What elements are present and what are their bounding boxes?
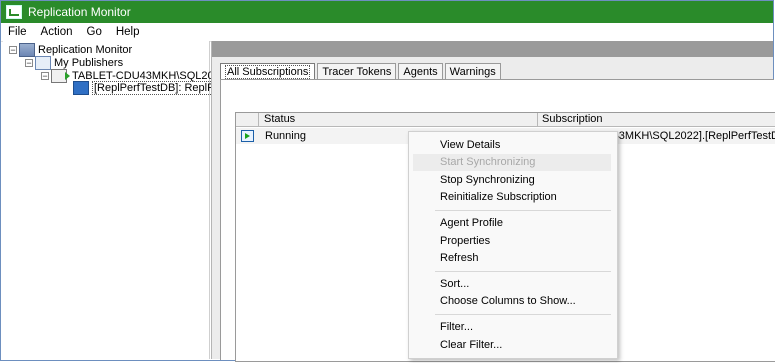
- tree-node-root[interactable]: − Replication Monitor: [9, 43, 132, 57]
- replication-monitor-app-icon: [6, 5, 22, 19]
- tab-all-subscriptions-label: All Subscriptions: [225, 65, 311, 79]
- menu-bar: File Action Go Help: [1, 23, 773, 42]
- collapse-icon[interactable]: −: [25, 59, 33, 68]
- tab-warnings[interactable]: Warnings: [444, 63, 501, 80]
- menu-separator: [435, 271, 611, 272]
- menu-item-start-synchronizing: Start Synchronizing: [413, 154, 611, 171]
- menu-item-properties[interactable]: Properties: [409, 233, 617, 250]
- tab-agents-label: Agents: [403, 66, 438, 78]
- collapse-icon[interactable]: −: [9, 46, 17, 55]
- menu-item-filter[interactable]: Filter...: [409, 319, 617, 336]
- running-icon: [240, 130, 254, 142]
- menu-separator: [435, 314, 611, 315]
- menu-separator: [435, 210, 611, 211]
- details-header-bar: [212, 41, 773, 57]
- context-menu: View Details Start Synchronizing Stop Sy…: [408, 131, 618, 359]
- tab-tracer-tokens-label: Tracer Tokens: [322, 66, 392, 78]
- tab-warnings-label: Warnings: [449, 66, 496, 78]
- menu-help[interactable]: Help: [109, 26, 147, 38]
- column-header-status[interactable]: Status: [259, 113, 538, 126]
- collapse-icon[interactable]: −: [41, 72, 49, 81]
- tree-node-root-label: Replication Monitor: [38, 44, 133, 56]
- tree-node-publishers[interactable]: − My Publishers: [25, 56, 123, 70]
- title-bar[interactable]: Replication Monitor: [1, 1, 773, 23]
- menu-item-stop-synchronizing[interactable]: Stop Synchronizing: [409, 172, 617, 189]
- server-icon: [51, 69, 70, 83]
- menu-item-choose-columns[interactable]: Choose Columns to Show...: [409, 293, 617, 310]
- tab-strip: All Subscriptions Tracer Tokens Agents W…: [220, 63, 503, 80]
- tab-tracer-tokens[interactable]: Tracer Tokens: [317, 63, 397, 80]
- replication-monitor-icon: [19, 43, 35, 57]
- menu-item-refresh[interactable]: Refresh: [409, 250, 617, 267]
- tree-node-publishers-label: My Publishers: [54, 57, 124, 69]
- row-status-icon-cell: [236, 130, 258, 142]
- column-header-subscription[interactable]: Subscription: [538, 113, 775, 126]
- tab-agents[interactable]: Agents: [398, 63, 443, 80]
- menu-action[interactable]: Action: [34, 26, 80, 38]
- grid-header-icon-column: [236, 113, 259, 126]
- menu-go[interactable]: Go: [80, 26, 109, 38]
- menu-item-view-details[interactable]: View Details: [409, 137, 617, 154]
- publication-icon: [73, 81, 89, 95]
- menu-file[interactable]: File: [1, 26, 34, 38]
- window-title: Replication Monitor: [28, 5, 131, 19]
- menu-item-agent-profile[interactable]: Agent Profile: [409, 215, 617, 232]
- grid-header: Status Subscription: [236, 113, 775, 127]
- menu-item-clear-filter[interactable]: Clear Filter...: [409, 337, 617, 354]
- navigation-tree: − Replication Monitor − My Publishers − …: [3, 41, 241, 359]
- tab-all-subscriptions[interactable]: All Subscriptions: [220, 63, 316, 80]
- menu-item-sort[interactable]: Sort...: [409, 276, 617, 293]
- menu-item-reinitialize-subscription[interactable]: Reinitialize Subscription: [409, 189, 617, 206]
- publishers-icon: [35, 56, 51, 70]
